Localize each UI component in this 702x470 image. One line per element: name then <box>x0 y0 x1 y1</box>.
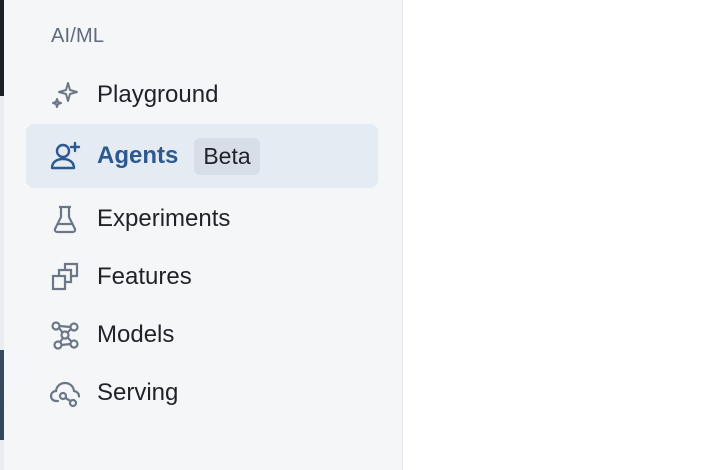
flask-icon <box>48 202 82 236</box>
agent-user-plus-icon <box>48 139 82 173</box>
sidebar-item-models[interactable]: Models <box>26 303 378 367</box>
sidebar: AI/ML Playground Agents Beta Experiments… <box>4 0 403 470</box>
sidebar-item-experiments[interactable]: Experiments <box>26 187 378 251</box>
sidebar-item-label: Serving <box>97 379 179 406</box>
sidebar-item-label: Models <box>97 321 175 348</box>
section-title-ai-ml: AI/ML <box>51 25 105 47</box>
sidebar-item-label: Experiments <box>97 205 231 232</box>
stacked-squares-icon <box>48 260 82 294</box>
cloud-serving-icon <box>48 376 82 410</box>
sidebar-item-serving[interactable]: Serving <box>26 361 378 425</box>
main-content-area <box>403 0 702 470</box>
sidebar-item-label: Playground <box>97 81 219 108</box>
sidebar-item-agents[interactable]: Agents Beta <box>26 124 378 188</box>
sidebar-item-features[interactable]: Features <box>26 245 378 309</box>
sparkle-icon <box>48 78 82 112</box>
sidebar-item-label: Features <box>97 263 192 290</box>
sidebar-item-playground[interactable]: Playground <box>26 63 378 127</box>
beta-badge: Beta <box>194 137 260 175</box>
model-nodes-icon <box>48 318 82 352</box>
sidebar-item-label: Agents <box>97 142 179 169</box>
